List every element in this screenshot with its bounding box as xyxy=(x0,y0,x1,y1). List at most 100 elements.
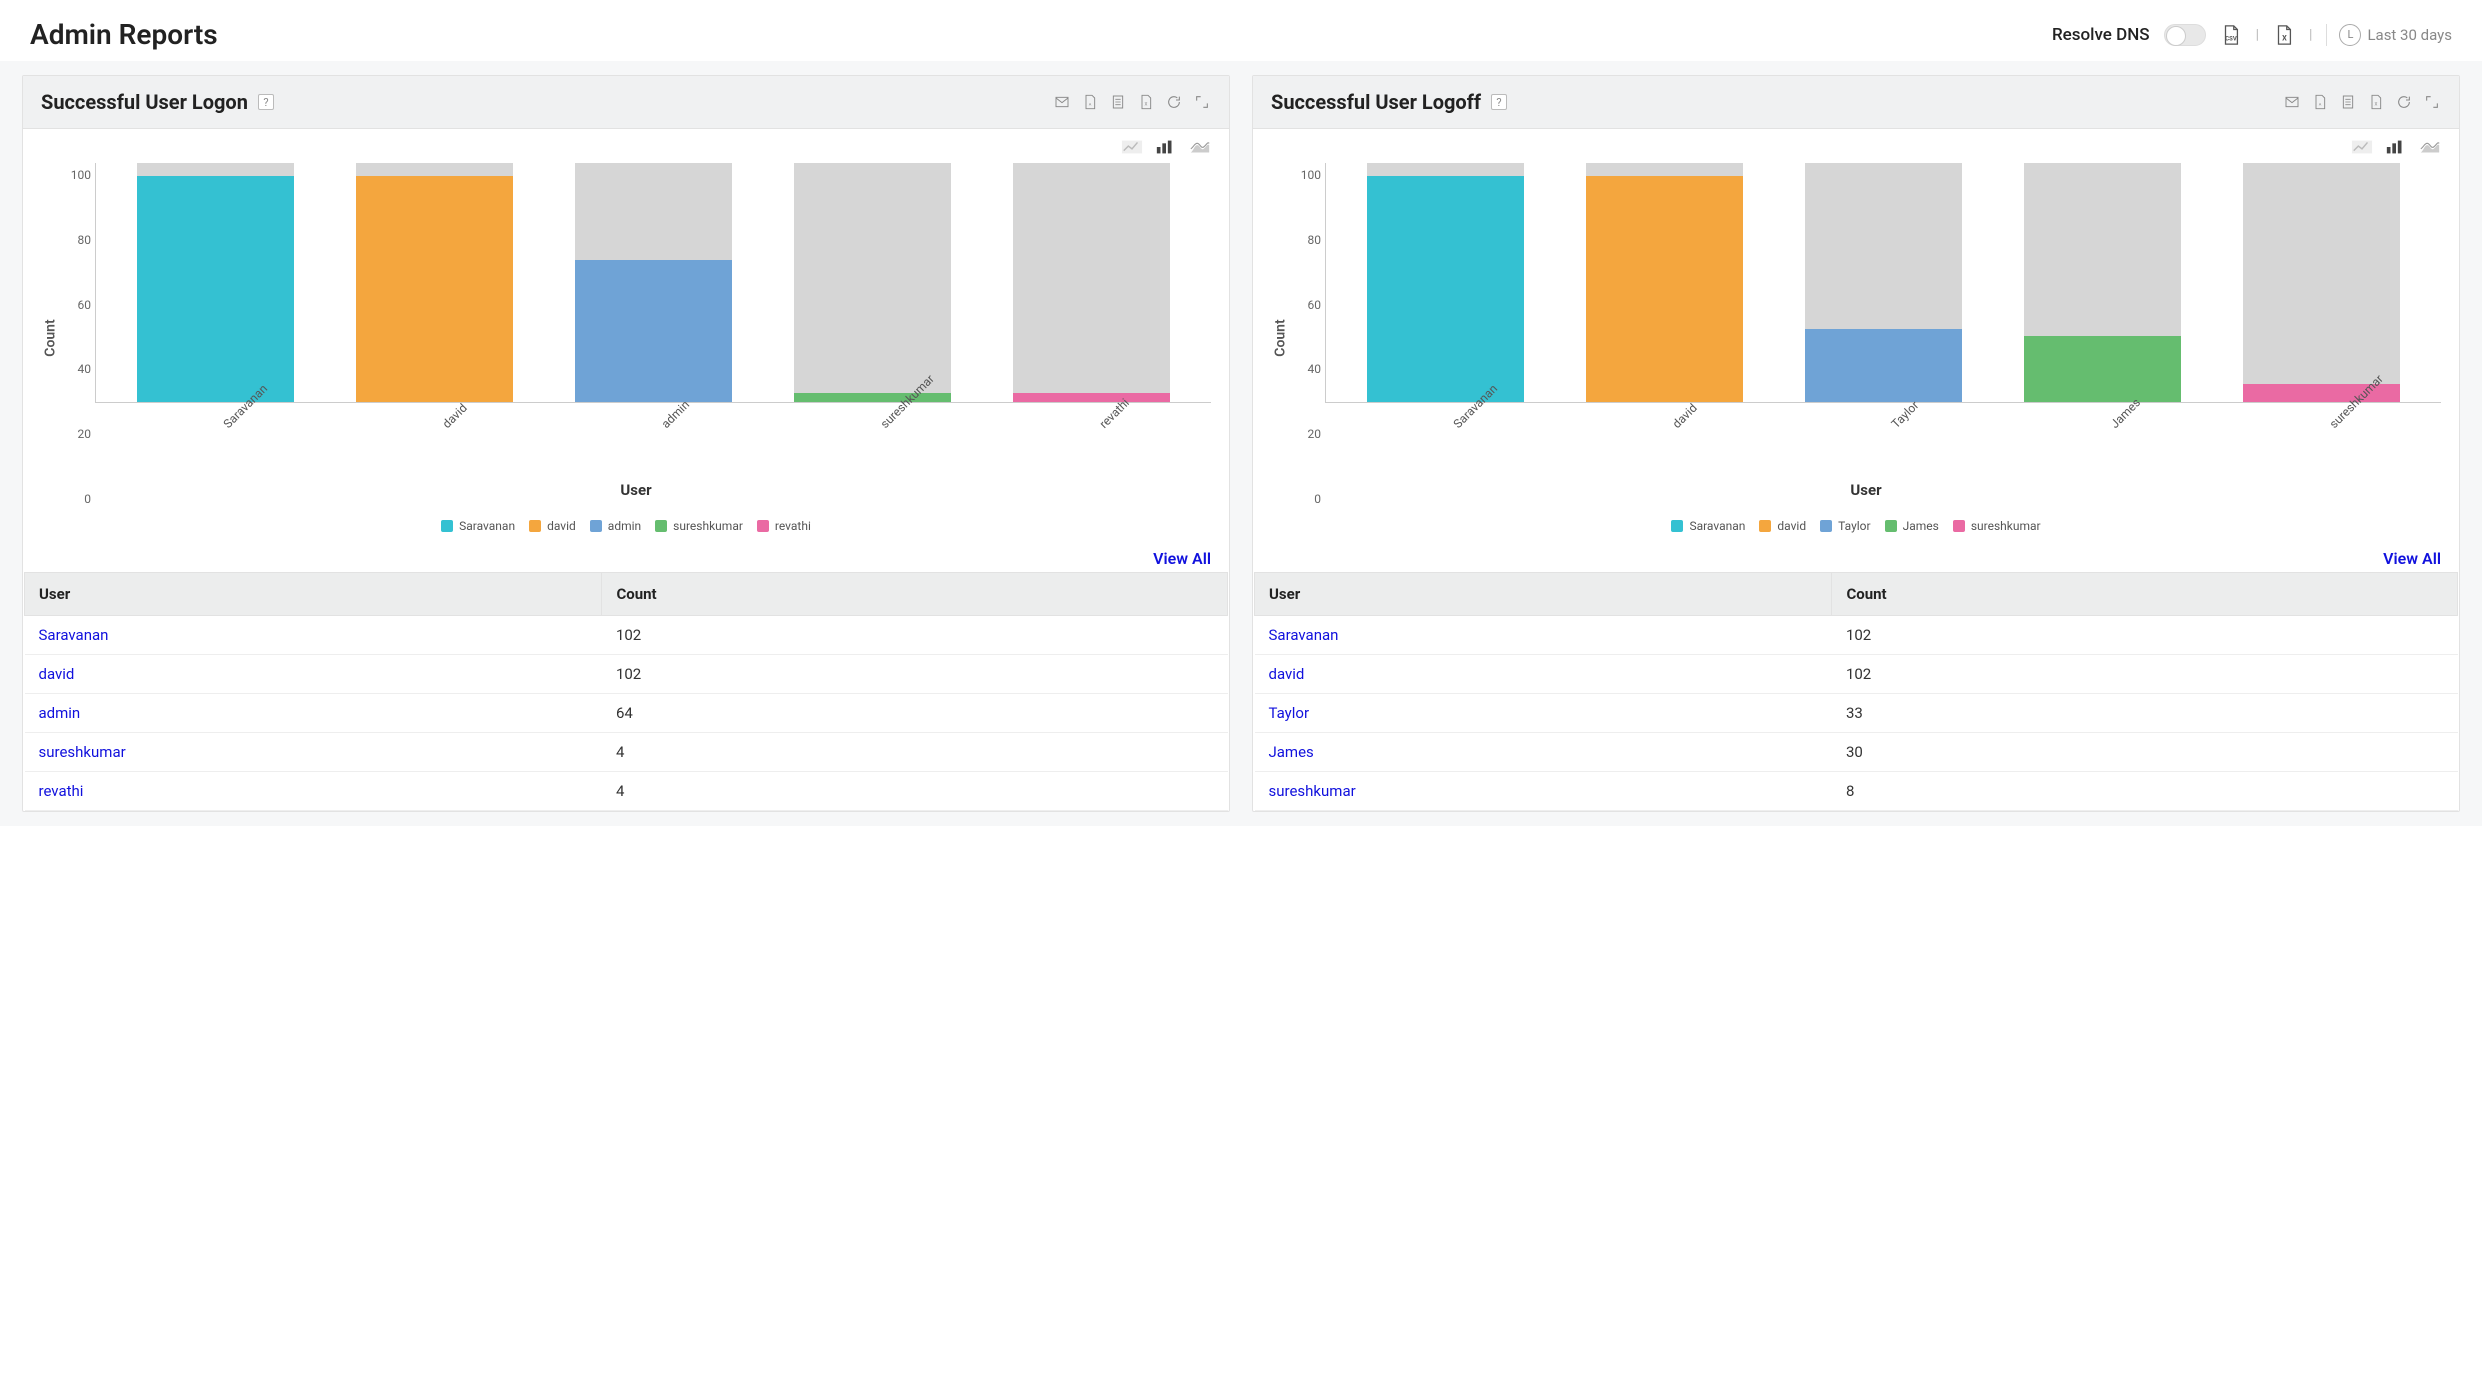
x-tick: sureshkumar xyxy=(2212,407,2431,463)
cell-user: James xyxy=(1255,733,1832,772)
bar[interactable] xyxy=(1336,163,1555,402)
user-link[interactable]: admin xyxy=(39,704,81,722)
y-tick: 40 xyxy=(1291,362,1321,376)
view-all-link[interactable]: View All xyxy=(2383,549,2441,568)
svg-text:A: A xyxy=(1089,101,1092,106)
user-link[interactable]: revathi xyxy=(39,782,84,800)
view-all-link[interactable]: View All xyxy=(1153,549,1211,568)
legend-swatch xyxy=(757,520,769,532)
user-link[interactable]: Taylor xyxy=(1269,704,1310,722)
bar[interactable] xyxy=(106,163,325,402)
pdf-icon[interactable]: A xyxy=(2311,93,2329,111)
refresh-icon[interactable] xyxy=(1165,93,1183,111)
cell-count: 4 xyxy=(602,733,1228,772)
user-link[interactable]: Saravanan xyxy=(1269,626,1339,644)
bar-chart-icon[interactable] xyxy=(1155,139,1177,157)
legend-swatch xyxy=(1671,520,1683,532)
expand-icon[interactable] xyxy=(2423,93,2441,111)
export-csv-icon[interactable]: CSV xyxy=(2220,24,2242,46)
th-count[interactable]: Count xyxy=(602,573,1228,616)
x-tick: Saravanan xyxy=(1335,407,1554,463)
area-chart-icon[interactable] xyxy=(2419,139,2441,157)
user-link[interactable]: Saravanan xyxy=(39,626,109,644)
data-table: User Count Saravanan102david102Taylor33J… xyxy=(1254,572,2458,811)
data-table: User Count Saravanan102david102admin64su… xyxy=(24,572,1228,811)
legend-item[interactable]: sureshkumar xyxy=(655,519,743,533)
th-user[interactable]: User xyxy=(1255,573,1832,616)
legend-item[interactable]: Taylor xyxy=(1820,519,1870,533)
bar-chart-icon[interactable] xyxy=(2385,139,2407,157)
cell-user: Taylor xyxy=(1255,694,1832,733)
export-xls-icon[interactable]: X xyxy=(2273,24,2295,46)
line-chart-icon[interactable] xyxy=(1121,139,1143,157)
y-tick: 20 xyxy=(61,427,91,441)
user-link[interactable]: david xyxy=(1269,665,1305,683)
user-link[interactable]: James xyxy=(1269,743,1314,761)
user-link[interactable]: sureshkumar xyxy=(1269,782,1356,800)
bar[interactable] xyxy=(982,163,1201,402)
bar[interactable] xyxy=(544,163,763,402)
svg-text:A: A xyxy=(2319,101,2322,106)
date-range-label: Last 30 days xyxy=(2367,26,2452,44)
legend-label: Saravanan xyxy=(459,519,515,533)
help-icon[interactable]: ? xyxy=(1491,94,1507,110)
cell-user: sureshkumar xyxy=(1255,772,1832,811)
legend-item[interactable]: david xyxy=(1759,519,1806,533)
refresh-icon[interactable] xyxy=(2395,93,2413,111)
x-tick: revathi xyxy=(982,407,1201,463)
top-controls: Resolve DNS CSV | X | L Last 30 days xyxy=(2052,24,2452,46)
separator: | xyxy=(2309,27,2312,43)
xls-icon[interactable]: X xyxy=(2367,93,2385,111)
legend-item[interactable]: david xyxy=(529,519,576,533)
bar[interactable] xyxy=(1993,163,2212,402)
legend-item[interactable]: revathi xyxy=(757,519,811,533)
pdf-icon[interactable]: A xyxy=(1081,93,1099,111)
cell-count: 4 xyxy=(602,772,1228,811)
user-link[interactable]: david xyxy=(39,665,75,683)
th-count[interactable]: Count xyxy=(1832,573,2458,616)
line-chart-icon[interactable] xyxy=(2351,139,2373,157)
legend-item[interactable]: James xyxy=(1885,519,1939,533)
legend-label: sureshkumar xyxy=(1971,519,2041,533)
legend-label: sureshkumar xyxy=(673,519,743,533)
user-link[interactable]: sureshkumar xyxy=(39,743,126,761)
resolve-dns-toggle[interactable] xyxy=(2164,24,2206,46)
bar[interactable] xyxy=(2212,163,2431,402)
panel-logoff: Successful User Logoff ? A X Count 02040… xyxy=(1252,75,2460,812)
panel-header: Successful User Logoff ? A X xyxy=(1253,76,2459,129)
legend-item[interactable]: admin xyxy=(590,519,641,533)
doc-icon[interactable] xyxy=(2339,93,2357,111)
legend-label: Saravanan xyxy=(1689,519,1745,533)
legend-item[interactable]: sureshkumar xyxy=(1953,519,2041,533)
legend-swatch xyxy=(1759,520,1771,532)
resolve-dns-label: Resolve DNS xyxy=(2052,25,2150,45)
table-row: david102 xyxy=(25,655,1228,694)
cell-user: revathi xyxy=(25,772,602,811)
legend-swatch xyxy=(529,520,541,532)
svg-text:CSV: CSV xyxy=(2225,35,2237,42)
bar[interactable] xyxy=(1555,163,1774,402)
x-tick: Saravanan xyxy=(105,407,324,463)
help-icon[interactable]: ? xyxy=(258,94,274,110)
mail-icon[interactable] xyxy=(1053,93,1071,111)
bar[interactable] xyxy=(325,163,544,402)
area-chart-icon[interactable] xyxy=(1189,139,1211,157)
doc-icon[interactable] xyxy=(1109,93,1127,111)
date-range-selector[interactable]: L Last 30 days xyxy=(2326,24,2452,46)
th-user[interactable]: User xyxy=(25,573,602,616)
legend-item[interactable]: Saravanan xyxy=(1671,519,1745,533)
y-tick: 20 xyxy=(1291,427,1321,441)
xls-icon[interactable]: X xyxy=(1137,93,1155,111)
bar[interactable] xyxy=(1774,163,1993,402)
x-axis-label: User xyxy=(1291,463,2441,513)
bar[interactable] xyxy=(763,163,982,402)
legend-label: david xyxy=(547,519,576,533)
chart: Count 020406080100 Saravanandavidadminsu… xyxy=(23,157,1229,513)
legend-item[interactable]: Saravanan xyxy=(441,519,515,533)
mail-icon[interactable] xyxy=(2283,93,2301,111)
x-tick: James xyxy=(1993,407,2212,463)
cell-user: sureshkumar xyxy=(25,733,602,772)
expand-icon[interactable] xyxy=(1193,93,1211,111)
cell-count: 64 xyxy=(602,694,1228,733)
panel-title: Successful User Logon xyxy=(41,90,248,114)
